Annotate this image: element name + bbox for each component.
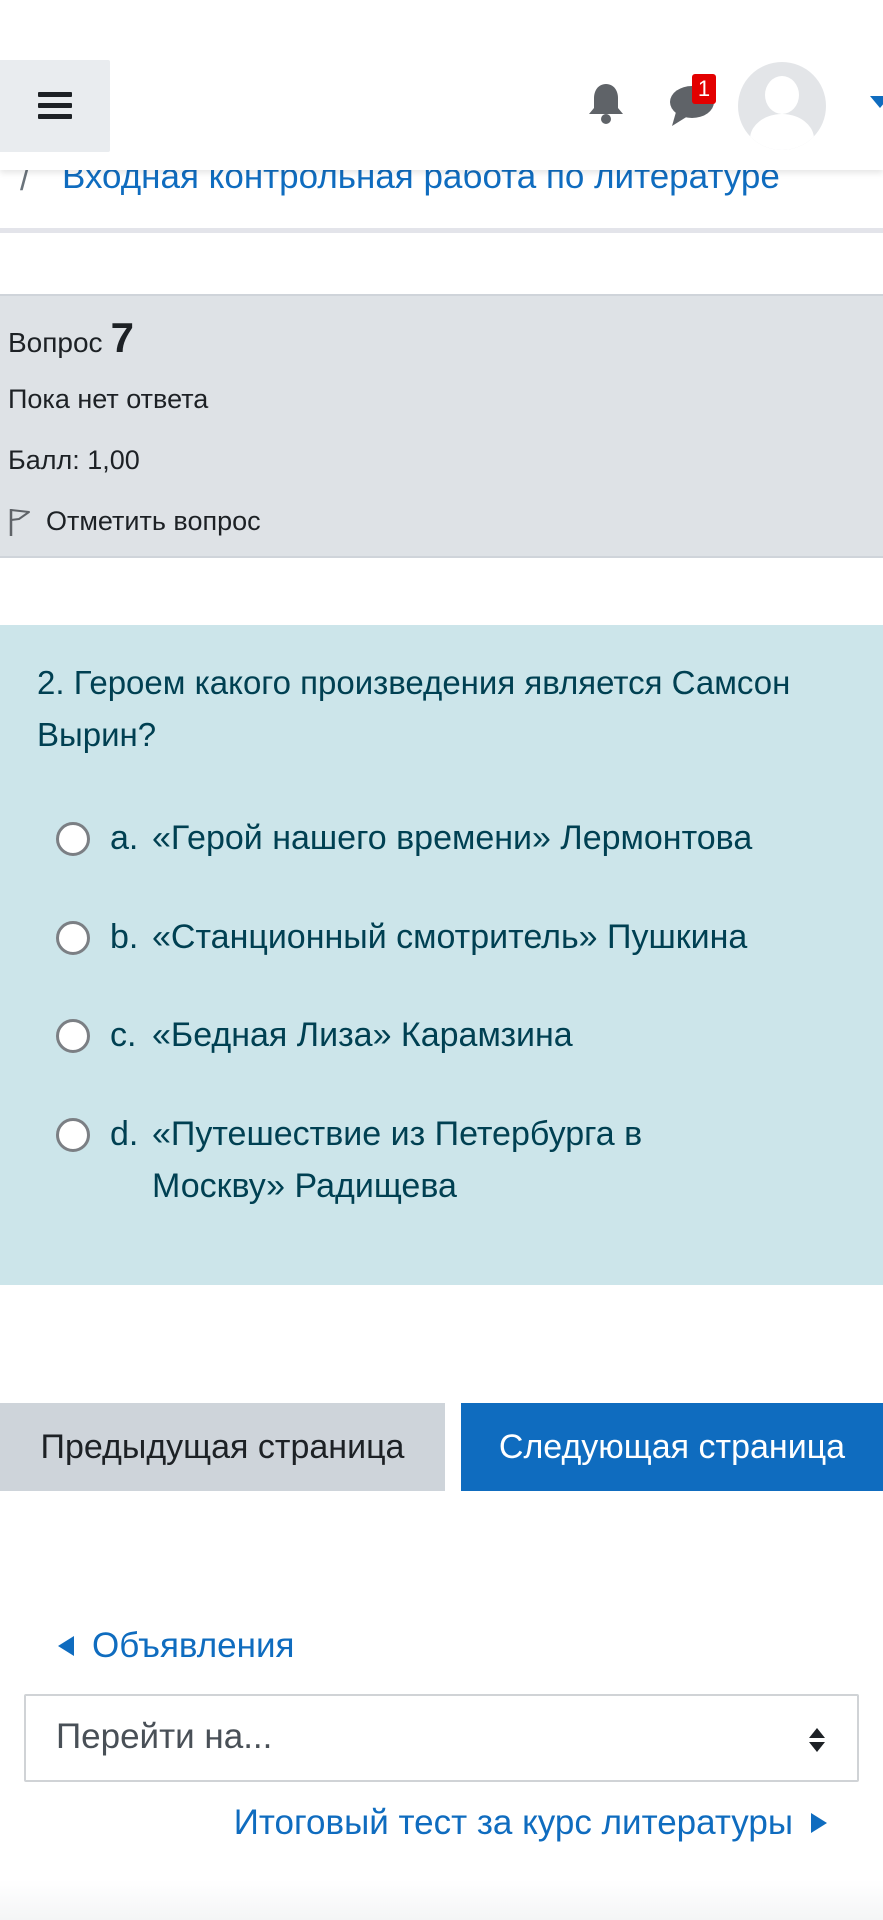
- flag-icon: [9, 508, 30, 536]
- answer-text: «Станционный смотритель» Пушкина: [152, 918, 748, 956]
- answer-letter: d.: [110, 1115, 139, 1153]
- answer-option-d[interactable]: d. «Путешествие из Петербурга в Москву» …: [56, 1108, 656, 1212]
- answer-option-b[interactable]: b. «Станционный смотритель» Пушкина: [56, 911, 866, 963]
- select-arrows-icon: [809, 1728, 825, 1752]
- jump-to-select[interactable]: Перейти на...: [24, 1694, 859, 1782]
- menu-button[interactable]: [0, 60, 110, 152]
- jump-to-placeholder: Перейти на...: [56, 1717, 273, 1756]
- next-activity-label: Итоговый тест за курс литературы: [233, 1803, 793, 1842]
- radio-button[interactable]: [56, 1019, 90, 1053]
- answer-option-c[interactable]: c. «Бедная Лиза» Карамзина: [56, 1009, 866, 1061]
- triangle-right-icon: [811, 1813, 827, 1833]
- answer-letter: a.: [110, 819, 139, 857]
- answer-option-a[interactable]: a. «Герой нашего времени» Лермонтова: [56, 812, 866, 864]
- previous-activity-label: Объявления: [92, 1626, 295, 1665]
- question-content: 2. Героем какого произведения является С…: [0, 625, 883, 1285]
- avatar[interactable]: [738, 62, 826, 150]
- answer-text: «Бедная Лиза» Карамзина: [152, 1016, 573, 1054]
- question-text: 2. Героем какого произведения является С…: [37, 664, 791, 753]
- flag-question-link[interactable]: Отметить вопрос: [8, 506, 261, 537]
- question-info: Вопрос 7 Пока нет ответа Балл: 1,00 Отмет…: [0, 294, 883, 558]
- flag-question-label: Отметить вопрос: [46, 506, 261, 536]
- answer-text: «Путешествие из Петербурга в Москву» Рад…: [152, 1115, 643, 1205]
- question-state: Пока нет ответа: [8, 384, 209, 414]
- answer-letter: b.: [110, 918, 139, 956]
- next-page-button[interactable]: Следующая страница: [461, 1403, 883, 1491]
- notification-badge: 1: [692, 74, 716, 104]
- hamburger-icon: [38, 92, 72, 120]
- chevron-down-icon[interactable]: [870, 96, 883, 108]
- next-activity-link[interactable]: Итоговый тест за курс литературы: [234, 1803, 827, 1843]
- radio-button[interactable]: [56, 921, 90, 955]
- answer-text: «Герой нашего времени» Лермонтова: [152, 819, 753, 857]
- footer: [0, 1880, 883, 1920]
- question-number: Вопрос 7: [8, 314, 134, 361]
- top-navbar: 1: [0, 0, 883, 170]
- bell-icon[interactable]: [586, 82, 626, 124]
- previous-activity-link[interactable]: Объявления: [58, 1626, 294, 1666]
- radio-button[interactable]: [56, 822, 90, 856]
- answer-letter: c.: [110, 1016, 137, 1054]
- previous-page-button[interactable]: Предыдущая страница: [0, 1403, 445, 1491]
- radio-button[interactable]: [56, 1118, 90, 1152]
- triangle-left-icon: [58, 1636, 74, 1656]
- question-grade: Балл: 1,00: [8, 445, 140, 475]
